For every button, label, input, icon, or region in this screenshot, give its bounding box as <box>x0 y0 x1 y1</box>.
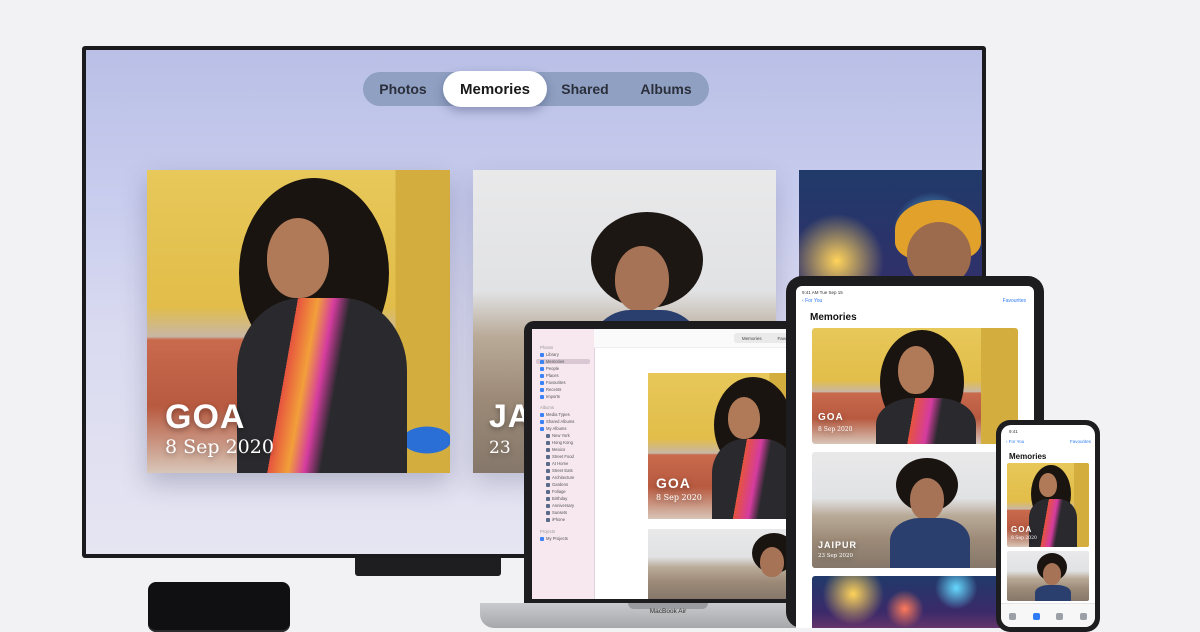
iphone-tab-bar <box>1001 603 1095 627</box>
memory-title: GOA <box>818 412 844 423</box>
album-thumb-icon <box>546 503 550 508</box>
albums-icon[interactable] <box>1056 612 1064 620</box>
macbook-screen: Photos Library Memories People Places Fa… <box>532 329 804 599</box>
iphone: 9:41 ‹ For You Favourites Memories GOA 8… <box>996 420 1100 632</box>
ipad-favourites-button[interactable]: Favourites <box>1003 298 1026 304</box>
album-icon <box>540 419 544 424</box>
sidebar-album-item[interactable]: At Home <box>546 461 568 466</box>
ipad-page-title: Memories <box>810 312 857 323</box>
sidebar-album-item[interactable]: Anniversary <box>546 503 574 508</box>
tv-tab-bar: Photos Memories Shared Albums <box>363 71 709 107</box>
sidebar-section-photos: Photos <box>540 345 554 350</box>
iphone-favourites-button[interactable]: Favourites <box>1070 439 1091 444</box>
memory-date: 23 Sep 2020 <box>818 553 854 559</box>
tab-memories[interactable]: Memories <box>443 71 547 107</box>
for-you-icon[interactable] <box>1032 612 1040 620</box>
apple-tv-box <box>148 582 290 632</box>
sidebar-album-item[interactable]: Street Food <box>546 454 574 459</box>
places-icon <box>540 373 544 378</box>
sidebar-section-albums: Albums <box>540 405 554 410</box>
iphone-memory-card-goa[interactable]: GOA 8 Sep 2020 <box>1007 463 1089 547</box>
sidebar-item-people[interactable]: People <box>540 366 559 371</box>
album-thumb-icon <box>546 510 550 515</box>
sidebar-album-item[interactable]: Hong Kong <box>546 440 573 445</box>
import-icon <box>540 394 544 399</box>
sidebar-album-item[interactable]: Street Eats <box>546 468 573 473</box>
search-icon[interactable] <box>1079 612 1087 620</box>
sidebar-album-item[interactable]: iPhone <box>546 517 565 522</box>
sidebar-album-item[interactable]: Shared Albums <box>540 419 574 424</box>
album-thumb-icon <box>546 489 550 494</box>
sidebar-item-library[interactable]: Library <box>540 352 559 357</box>
ipad-memory-card-third[interactable] <box>812 576 1018 628</box>
heart-icon <box>540 380 544 385</box>
iphone-back-button[interactable]: ‹ For You <box>1006 439 1024 444</box>
library-icon[interactable] <box>1009 612 1017 620</box>
album-thumb-icon <box>546 433 550 438</box>
sidebar-section-projects: Projects <box>540 529 556 534</box>
iphone-page-title: Memories <box>1009 452 1047 461</box>
sidebar-item-memories[interactable]: Memories <box>536 359 590 364</box>
album-icon <box>540 426 544 431</box>
memory-title: GOA <box>656 475 691 491</box>
clock-icon <box>540 387 544 392</box>
memory-date: 8 Sep 2020 <box>165 436 274 458</box>
sidebar-album-item[interactable]: Foliage <box>546 489 566 494</box>
album-thumb-icon <box>546 517 550 522</box>
memory-date: 8 Sep 2020 <box>818 426 853 433</box>
macbook: Photos Library Memories People Places Fa… <box>524 321 812 605</box>
memory-card-goa[interactable]: GOA 8 Sep 2020 <box>147 170 450 473</box>
tab-shared[interactable]: Shared <box>547 72 623 106</box>
sidebar-item-imports[interactable]: Imports <box>540 394 560 399</box>
ipad-memory-card-goa[interactable]: GOA 8 Sep 2020 <box>812 328 1018 444</box>
album-thumb-icon <box>546 461 550 466</box>
sidebar-album-item[interactable]: Gardens <box>546 482 568 487</box>
people-icon <box>540 366 544 371</box>
sidebar-album-item[interactable]: New York <box>546 433 570 438</box>
mac-memory-card-goa[interactable]: GOA 8 Sep 2020 <box>648 373 796 519</box>
memory-title: JAIPUR <box>818 540 858 550</box>
album-thumb-icon <box>546 454 550 459</box>
memory-date: 8 Sep 2020 <box>1011 536 1037 541</box>
album-thumb-icon <box>546 468 550 473</box>
sidebar-item-favourites[interactable]: Favourites <box>540 380 566 385</box>
tab-albums[interactable]: Albums <box>623 72 709 106</box>
sidebar-album-item[interactable]: Mexico <box>546 447 565 452</box>
memory-date: 23 <box>489 438 511 458</box>
ipad-memory-card-jaipur[interactable]: JAIPUR 23 Sep 2020 <box>812 452 1018 568</box>
sidebar-album-item[interactable]: My Albums <box>540 426 566 431</box>
memories-icon <box>540 359 544 364</box>
sidebar-item-places[interactable]: Places <box>540 373 559 378</box>
sidebar-item-recents[interactable]: Recents <box>540 387 561 392</box>
tv-stand <box>355 558 501 576</box>
segment-memories[interactable]: Memories <box>742 336 762 341</box>
album-thumb-icon <box>546 475 550 480</box>
memory-title: GOA <box>165 398 246 436</box>
ipad-back-button[interactable]: ‹ For You <box>802 298 822 304</box>
ipad-status-time: 9:41 AM Tue Sep 15 <box>802 290 843 295</box>
album-thumb-icon <box>546 496 550 501</box>
library-icon <box>540 352 544 357</box>
album-thumb-icon <box>546 482 550 487</box>
memory-title: GOA <box>1011 525 1033 534</box>
mac-toolbar: Memories Favorites <box>594 329 804 348</box>
iphone-memory-card-jaipur[interactable] <box>1007 551 1089 601</box>
album-icon <box>540 412 544 417</box>
iphone-screen: 9:41 ‹ For You Favourites Memories GOA 8… <box>1001 425 1095 627</box>
iphone-status-time: 9:41 <box>1009 429 1018 434</box>
sidebar-album-item[interactable]: Media Types <box>540 412 570 417</box>
mac-sidebar: Photos Library Memories People Places Fa… <box>532 329 595 599</box>
sidebar-album-item[interactable]: Birthday <box>546 496 567 501</box>
memory-date: 8 Sep 2020 <box>656 493 702 502</box>
mac-memory-card-jaipur[interactable] <box>648 529 796 599</box>
album-thumb-icon <box>546 440 550 445</box>
sidebar-album-item[interactable]: Sunsets <box>546 510 567 515</box>
sidebar-album-item[interactable]: Architecture <box>546 475 574 480</box>
sidebar-project-item[interactable]: My Projects <box>540 536 568 541</box>
tab-photos[interactable]: Photos <box>363 72 443 106</box>
project-icon <box>540 536 544 541</box>
album-thumb-icon <box>546 447 550 452</box>
